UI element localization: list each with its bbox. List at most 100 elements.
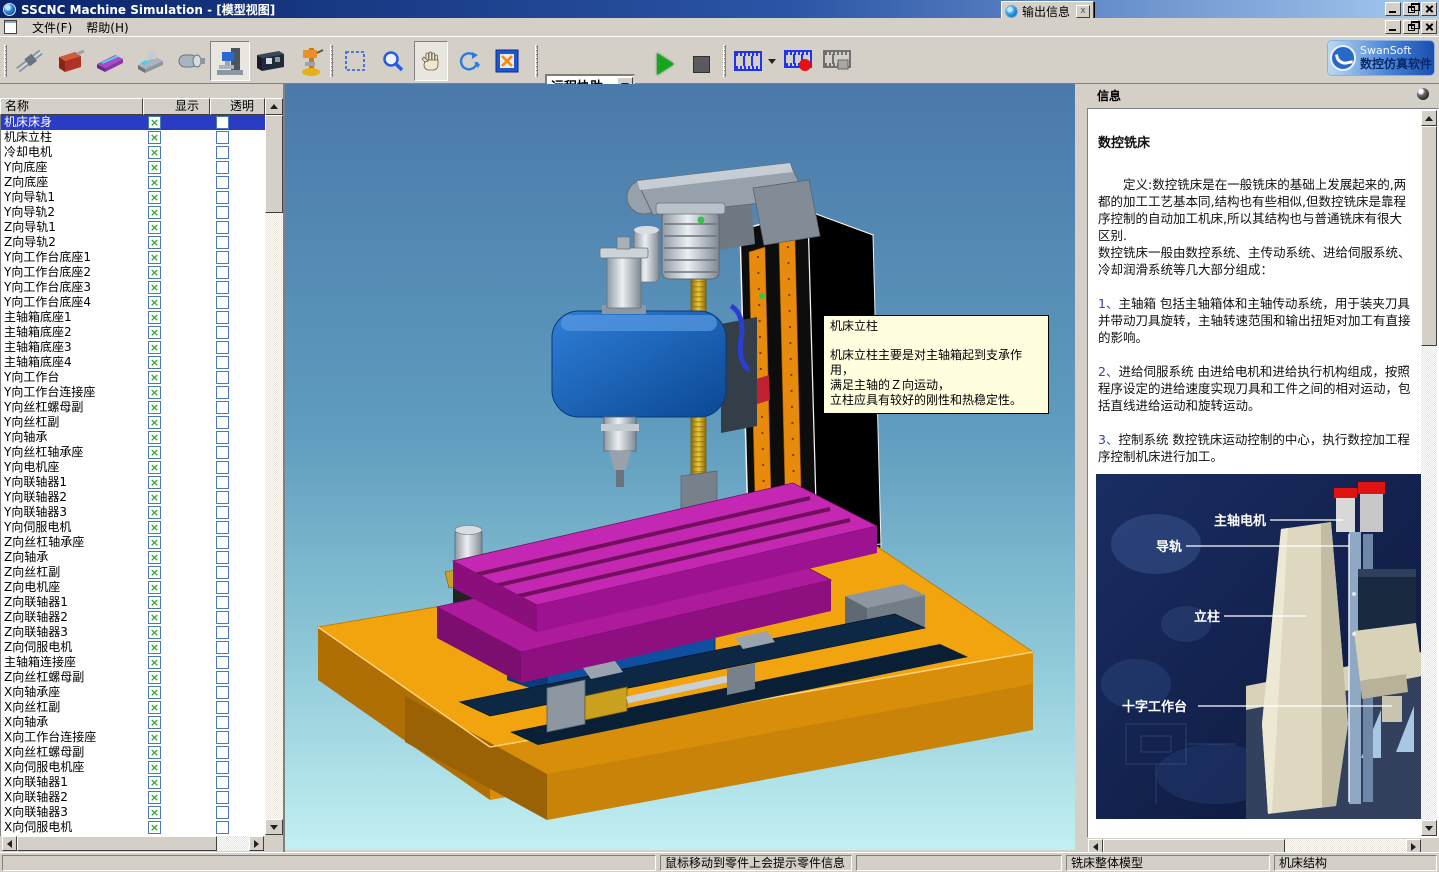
transparent-checkbox[interactable] — [216, 146, 229, 159]
transparent-checkbox[interactable] — [216, 626, 229, 639]
toolbar-grip[interactable] — [535, 45, 538, 77]
info-scroll-up-button[interactable] — [1421, 110, 1437, 126]
minimize-button[interactable] — [1385, 2, 1401, 16]
stop-record-icon[interactable] — [820, 41, 854, 81]
show-checkbox[interactable]: × — [148, 341, 161, 354]
transparent-checkbox[interactable] — [216, 551, 229, 564]
transparent-checkbox[interactable] — [216, 776, 229, 789]
table-row[interactable]: 冷却电机× — [1, 145, 265, 160]
table-row[interactable]: Z向丝杠螺母副× — [1, 670, 265, 685]
show-checkbox[interactable]: × — [148, 746, 161, 759]
zoom-icon[interactable] — [376, 41, 410, 81]
stop-icon[interactable] — [686, 51, 716, 77]
mdi-minimize-button[interactable] — [1385, 20, 1401, 34]
scroll-thumb[interactable] — [265, 115, 283, 213]
table-row[interactable]: Y向丝杠螺母副× — [1, 400, 265, 415]
record-icon[interactable] — [781, 41, 815, 81]
mdi-restore-button[interactable] — [1403, 20, 1419, 34]
transparent-checkbox[interactable] — [216, 116, 229, 129]
toolbar-grip[interactable] — [723, 45, 726, 77]
show-checkbox[interactable]: × — [148, 716, 161, 729]
column-header-show[interactable]: 显示 — [143, 98, 210, 115]
show-checkbox[interactable]: × — [148, 671, 161, 684]
transparent-checkbox[interactable] — [216, 536, 229, 549]
show-checkbox[interactable]: × — [148, 656, 161, 669]
show-checkbox[interactable]: × — [148, 566, 161, 579]
transparent-checkbox[interactable] — [216, 521, 229, 534]
table-row[interactable]: 主轴箱底座4× — [1, 355, 265, 370]
table-row[interactable]: Y向轴承× — [1, 430, 265, 445]
table-row[interactable]: X向轴承× — [1, 715, 265, 730]
table-row[interactable]: X向联轴器2× — [1, 790, 265, 805]
show-checkbox[interactable]: × — [148, 296, 161, 309]
table-row[interactable]: Y向丝杠轴承座× — [1, 445, 265, 460]
info-scroll-down-button[interactable] — [1421, 820, 1437, 836]
transparent-checkbox[interactable] — [216, 596, 229, 609]
transparent-checkbox[interactable] — [216, 746, 229, 759]
transparent-checkbox[interactable] — [216, 491, 229, 504]
show-checkbox[interactable]: × — [148, 431, 161, 444]
show-checkbox[interactable]: × — [148, 641, 161, 654]
show-checkbox[interactable]: × — [148, 701, 161, 714]
table-row[interactable]: Y向丝杠副× — [1, 415, 265, 430]
scroll-up-button[interactable] — [265, 98, 283, 115]
3d-viewport[interactable]: 机床立柱 机床立柱主要是对主轴箱起到支承作用， 满足主轴的Ｚ向运动， 立柱应具有… — [285, 84, 1075, 850]
worktable-icon[interactable] — [90, 41, 130, 81]
transparent-checkbox[interactable] — [216, 176, 229, 189]
toolbar-grip[interactable] — [4, 45, 7, 77]
show-checkbox[interactable]: × — [148, 551, 161, 564]
pin-icon[interactable] — [1417, 88, 1429, 100]
table-row[interactable]: 机床床身× — [1, 115, 265, 130]
table-row[interactable]: Z向联轴器2× — [1, 610, 265, 625]
milling-machine-icon[interactable] — [210, 41, 250, 81]
table-row[interactable]: Z向底座× — [1, 175, 265, 190]
transparent-checkbox[interactable] — [216, 221, 229, 234]
table-row[interactable]: X向伺服电机座× — [1, 760, 265, 775]
show-checkbox[interactable]: × — [148, 761, 161, 774]
show-checkbox[interactable]: × — [148, 521, 161, 534]
table-row[interactable]: 机床立柱× — [1, 130, 265, 145]
show-checkbox[interactable]: × — [148, 371, 161, 384]
transparent-checkbox[interactable] — [216, 356, 229, 369]
table-row[interactable]: Y向工作台底座2× — [1, 265, 265, 280]
show-checkbox[interactable]: × — [148, 356, 161, 369]
show-checkbox[interactable]: × — [148, 776, 161, 789]
close-button[interactable] — [1421, 2, 1437, 16]
transparent-checkbox[interactable] — [216, 386, 229, 399]
rotate-view-icon[interactable] — [452, 41, 486, 81]
scroll-right-button[interactable] — [249, 836, 264, 851]
table-row[interactable]: Y向工作台底座3× — [1, 280, 265, 295]
show-checkbox[interactable]: × — [148, 416, 161, 429]
drilling-machine-icon[interactable] — [290, 41, 330, 81]
table-row[interactable]: 主轴箱底座3× — [1, 340, 265, 355]
show-checkbox[interactable]: × — [148, 596, 161, 609]
transparent-checkbox[interactable] — [216, 476, 229, 489]
transparent-checkbox[interactable] — [216, 446, 229, 459]
table-row[interactable]: Y向电机座× — [1, 460, 265, 475]
transparent-checkbox[interactable] — [216, 161, 229, 174]
table-row[interactable]: X向联轴器3× — [1, 805, 265, 820]
show-checkbox[interactable]: × — [148, 116, 161, 129]
table-row[interactable]: Z向电机座× — [1, 580, 265, 595]
table-row[interactable]: Z向轴承× — [1, 550, 265, 565]
scroll-thumb[interactable] — [17, 836, 217, 851]
show-checkbox[interactable]: × — [148, 251, 161, 264]
scroll-down-button[interactable] — [265, 819, 283, 835]
transparent-checkbox[interactable] — [216, 431, 229, 444]
table-row[interactable]: Z向联轴器1× — [1, 595, 265, 610]
show-checkbox[interactable]: × — [148, 176, 161, 189]
transparent-checkbox[interactable] — [216, 611, 229, 624]
table-row[interactable]: Z向丝杠轴承座× — [1, 535, 265, 550]
table-row[interactable]: X向联轴器1× — [1, 775, 265, 790]
show-checkbox[interactable]: × — [148, 731, 161, 744]
show-checkbox[interactable]: × — [148, 581, 161, 594]
transparent-checkbox[interactable] — [216, 716, 229, 729]
table-row[interactable]: X向轴承座× — [1, 685, 265, 700]
film-dropdown-icon[interactable] — [765, 41, 779, 81]
panel-divider[interactable] — [1075, 84, 1087, 852]
play-icon[interactable] — [648, 49, 682, 79]
transparent-checkbox[interactable] — [216, 296, 229, 309]
transparent-checkbox[interactable] — [216, 326, 229, 339]
menu-help[interactable]: 帮助(H) — [79, 18, 135, 37]
transparent-checkbox[interactable] — [216, 131, 229, 144]
